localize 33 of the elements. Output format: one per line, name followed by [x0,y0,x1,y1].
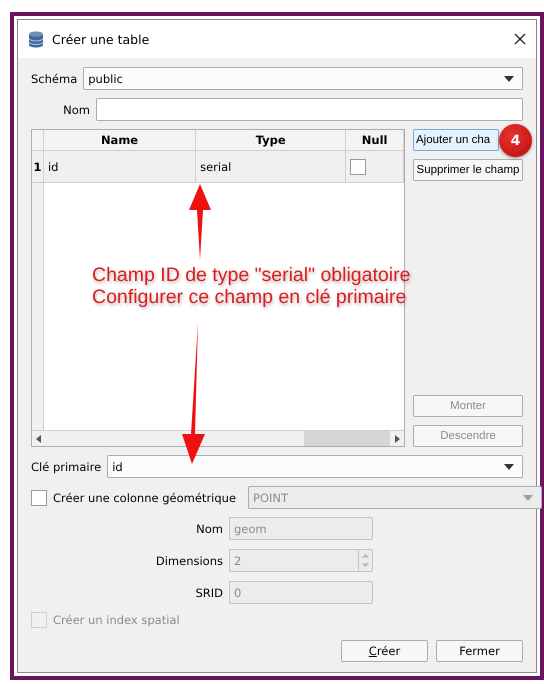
schema-dropdown[interactable]: public [83,67,523,90]
window-title: Créer une table [52,32,150,46]
annotation-text: Champ ID de type "serial" obligatoire Configurer ce champ en clé primaire [92,264,410,308]
field-label: Dimensions [154,554,223,568]
dropdown-arrow-icon [523,494,534,500]
field-label: SRID [194,586,223,600]
column-header[interactable]: Name [44,130,196,150]
dialog-button[interactable]: Fermer [436,640,523,662]
scrollbar-thumb[interactable] [304,431,390,446]
field-label: Schéma [31,72,78,86]
field-label: Clé primaire [31,460,102,474]
primary-key-dropdown[interactable]: id [107,455,523,478]
horizontal-scrollbar[interactable] [32,430,404,446]
step-badge: 4 [499,124,532,157]
field-label: Nom [62,102,90,116]
checkbox[interactable] [350,158,366,174]
side-button[interactable]: Ajouter un cha [413,129,499,151]
checkbox[interactable] [31,490,47,506]
field-label: Nom [195,522,223,536]
dialog-button[interactable]: Créer [341,640,428,662]
table-cell: serial [196,151,346,182]
name-input[interactable] [96,98,523,121]
checkbox-label: Créer un index spatial [53,613,180,627]
dropdown-arrow-icon [504,464,514,470]
column-header[interactable]: Type [196,130,346,150]
row-number: 1 [32,151,44,182]
database-icon [28,30,44,48]
checkbox-label: Créer une colonne géométrique [53,490,236,504]
column-header[interactable]: Null [346,130,404,150]
table-cell: id [44,151,196,182]
close-icon[interactable] [514,33,526,45]
side-button[interactable]: Supprimer le champ [413,159,523,181]
dropdown-arrow-icon [504,76,514,82]
